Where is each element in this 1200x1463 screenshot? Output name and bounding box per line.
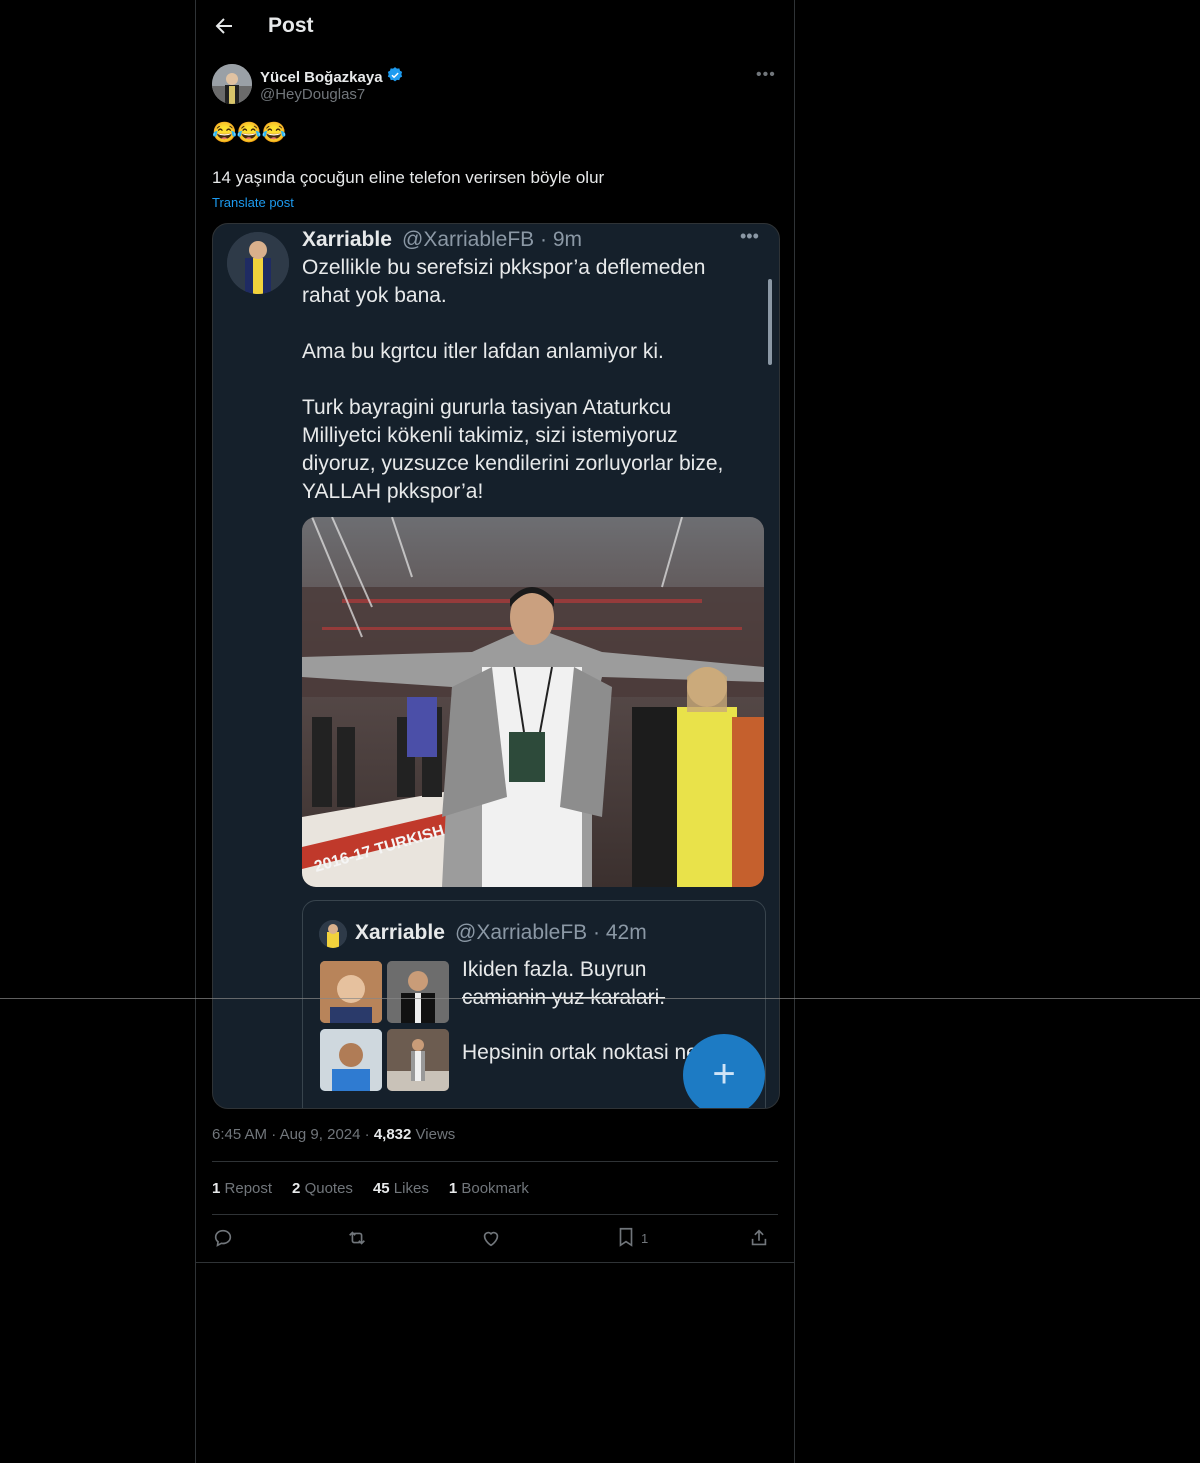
screenshot-author-handle: @XarriableFB · 9m — [402, 228, 583, 251]
screenshot-body-text: Ozellikle bu serefsizi pkkspor’a defleme… — [302, 256, 724, 503]
avatar[interactable] — [212, 64, 252, 104]
screenshot-scrollbar — [768, 279, 772, 365]
quote-image-grid — [320, 961, 452, 1091]
post-emoji: 😂😂😂 — [212, 122, 287, 144]
header: Post — [196, 0, 794, 55]
screenshot-avatar — [227, 232, 289, 294]
quote-author-name: Xarriable — [355, 921, 445, 944]
quote-text-1: Ikiden fazla. Buyrun camianin yuz karala… — [462, 956, 665, 1012]
reply-icon[interactable] — [212, 1226, 234, 1250]
quote-thumb-2 — [387, 961, 449, 1023]
quote-author-handle: @XarriableFB · 42m — [455, 921, 647, 944]
author-name[interactable]: Yücel Boğazkaya — [260, 66, 404, 88]
action-bar: 1 — [212, 1226, 778, 1250]
author-name-text: Yücel Boğazkaya — [260, 68, 383, 86]
stat-bookmarks[interactable]: 1 Bookmark — [449, 1180, 529, 1197]
divider — [212, 1214, 778, 1215]
verified-badge-icon — [386, 66, 404, 88]
screenshot-more-icon: ••• — [740, 226, 759, 246]
compose-plus-icon: + — [683, 1034, 765, 1108]
translate-post-link[interactable]: Translate post — [212, 195, 294, 210]
bookmark-button[interactable]: 1 — [615, 1226, 648, 1250]
page-title: Post — [268, 14, 314, 37]
bookmark-icon — [615, 1226, 637, 1251]
stat-quotes[interactable]: 2 Quotes — [292, 1180, 353, 1197]
divider — [196, 1262, 794, 1263]
back-arrow-icon[interactable] — [212, 14, 236, 38]
screenshot-author-name: Xarriable — [302, 228, 392, 251]
post-stats: 1 Repost 2 Quotes 45 Likes 1 Bookmark — [212, 1180, 529, 1197]
stat-likes[interactable]: 45 Likes — [373, 1180, 429, 1197]
quote-thumb-3 — [320, 1029, 382, 1091]
like-icon[interactable] — [480, 1226, 502, 1250]
quote-avatar — [319, 920, 347, 948]
more-options-icon[interactable]: ••• — [756, 66, 776, 84]
screenshot-photo: 2016-17 TURKISH AIRLINES — [302, 517, 764, 887]
guide-line — [0, 998, 1200, 999]
views-label: Views — [415, 1126, 456, 1143]
quote-thumb-4 — [387, 1029, 449, 1091]
views-count: 4,832 — [373, 1126, 412, 1143]
post-date[interactable]: Aug 9, 2024 — [280, 1126, 361, 1143]
quote-text-line: Ikiden fazla. Buyrun — [462, 958, 647, 981]
post-column: Post Yücel Boğazkaya @HeyDouglas7 ••• 😂😂… — [195, 0, 795, 1463]
post-meta: 6:45 AM · Aug 9, 2024 · 4,832 Views — [212, 1126, 456, 1143]
repost-icon[interactable] — [346, 1226, 368, 1250]
author-handle[interactable]: @HeyDouglas7 — [260, 86, 365, 103]
post-time[interactable]: 6:45 AM — [212, 1126, 267, 1143]
share-icon[interactable] — [748, 1226, 770, 1250]
stat-reposts[interactable]: 1 Repost — [212, 1180, 272, 1197]
quote-thumb-1 — [320, 961, 382, 1023]
divider — [212, 1161, 778, 1162]
post-media-screenshot[interactable]: Xarriable @XarriableFB · 9m ••• Ozellikl… — [212, 223, 780, 1109]
bookmark-count: 1 — [641, 1230, 649, 1246]
post-text: 14 yaşında çocuğun eline telefon verirse… — [212, 168, 605, 187]
